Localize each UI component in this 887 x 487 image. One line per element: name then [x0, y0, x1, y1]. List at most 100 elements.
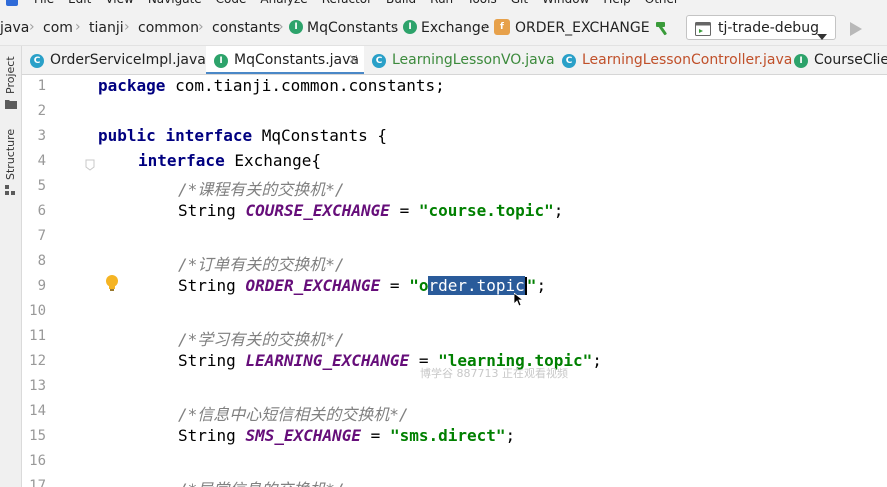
- line-number: 14: [29, 403, 46, 419]
- video-watermark: 博学谷 887713 正在观看视频: [420, 367, 568, 380]
- close-icon[interactable]: ×: [348, 52, 359, 67]
- breadcrumb-separator: ›: [198, 19, 204, 35]
- fold-icon[interactable]: [85, 156, 95, 175]
- line-number: 15: [29, 428, 46, 444]
- breadcrumb-common[interactable]: common: [138, 20, 199, 36]
- menu-item[interactable]: Tools: [467, 0, 497, 6]
- breadcrumb-separator: ›: [124, 19, 130, 35]
- line-number: 16: [29, 453, 46, 469]
- type-name: String: [178, 201, 246, 220]
- menu-item[interactable]: Edit: [68, 0, 91, 6]
- string-literal: "sms.direct": [389, 426, 506, 445]
- class-icon: C: [562, 54, 576, 68]
- intellij-logo-icon: [6, 0, 18, 6]
- tab-learninglessonvo[interactable]: C LearningLessonVO.java: [364, 46, 555, 74]
- tab-mqconstants[interactable]: I MqConstants.java ×: [206, 46, 364, 74]
- menu-item[interactable]: Window: [542, 0, 589, 6]
- type-name: String: [178, 426, 246, 445]
- tab-label: LearningLessonVO.java: [392, 52, 555, 68]
- breadcrumb-constants[interactable]: constants: [212, 20, 280, 36]
- operator: =: [389, 201, 419, 220]
- constant-name: COURSE_EXCHANGE: [245, 201, 390, 220]
- semicolon: ;: [505, 426, 516, 445]
- line-number: 2: [37, 103, 46, 119]
- menu-item[interactable]: Build: [386, 0, 416, 6]
- keyword: public: [98, 126, 156, 145]
- line-number: 5: [37, 178, 46, 194]
- code-line-15: String SMS_EXCHANGE = "sms.direct";: [178, 426, 515, 445]
- breadcrumb-exchange[interactable]: Exchange: [421, 20, 489, 36]
- breadcrumb-mqconstants[interactable]: MqConstants: [307, 20, 398, 36]
- semicolon: ;: [592, 351, 602, 370]
- tab-label: OrderServiceImpl.java: [50, 52, 206, 68]
- breadcrumb-com[interactable]: com: [43, 20, 73, 36]
- menu-item[interactable]: Help: [603, 0, 630, 6]
- line-number: 7: [37, 228, 46, 244]
- menu-item[interactable]: Analyze: [260, 0, 307, 6]
- tab-courseclient[interactable]: I CourseClient: [786, 46, 887, 74]
- type-name: String: [178, 276, 246, 295]
- run-configuration-selector[interactable]: tj-trade-debug: [686, 15, 836, 40]
- menu-item[interactable]: File: [34, 0, 54, 6]
- line-number: 12: [29, 353, 46, 369]
- menu-item[interactable]: Other: [645, 0, 679, 6]
- menu-item[interactable]: Git: [511, 0, 528, 6]
- line-number: 11: [29, 328, 46, 344]
- menu-item[interactable]: View: [105, 0, 133, 6]
- line-number: 6: [37, 203, 46, 219]
- string-literal: ": [526, 276, 537, 295]
- code-line-5: /*课程有关的交换机*/: [178, 180, 345, 199]
- line-number: 13: [29, 378, 46, 394]
- navigation-bar: java › com › tianji › common › constants…: [0, 8, 887, 46]
- lightbulb-icon[interactable]: [105, 274, 119, 296]
- constant-name: SMS_EXCHANGE: [245, 426, 362, 445]
- line-number: 9: [37, 278, 46, 294]
- structure-icon: [5, 185, 16, 199]
- code-editor[interactable]: 1 2 3 4 5 6 7 8 9 10 11 12 13 14 15 16 1…: [22, 75, 887, 487]
- operator: =: [380, 276, 410, 295]
- menu-item[interactable]: Run: [430, 0, 453, 6]
- mouse-cursor-icon: [513, 292, 525, 311]
- interface-icon: I: [403, 20, 417, 34]
- tab-label: LearningLessonController.java: [582, 52, 793, 68]
- breadcrumb-order-exchange[interactable]: ORDER_EXCHANGE: [515, 20, 650, 36]
- code-line-17: /*异常信息的交换机*/: [178, 476, 345, 487]
- class-icon: C: [30, 54, 44, 68]
- breadcrumb-tianji[interactable]: tianji: [89, 20, 124, 36]
- editor-tabs: C OrderServiceImpl.java I MqConstants.ja…: [22, 46, 887, 75]
- structure-tool-window-tab[interactable]: Structure: [0, 128, 22, 202]
- menu-item[interactable]: Refactor: [322, 0, 372, 6]
- play-icon[interactable]: [850, 21, 862, 40]
- interface-icon: I: [794, 54, 808, 68]
- breadcrumb-java[interactable]: java: [0, 20, 29, 36]
- menu-item[interactable]: Navigate: [148, 0, 202, 6]
- structure-tab-label: Structure: [4, 128, 17, 180]
- menu-items[interactable]: File Edit View Navigate Code Analyze Refactor B…: [34, 0, 693, 6]
- code-line-8: /*订单有关的交换机*/: [178, 255, 345, 274]
- chevron-down-icon: [817, 25, 827, 44]
- string-literal: "course.topic": [418, 201, 554, 220]
- field-icon: f: [494, 19, 510, 35]
- type-name: String: [178, 351, 246, 370]
- breadcrumb-separator: ›: [278, 19, 284, 35]
- hammer-icon[interactable]: [654, 19, 672, 41]
- menu-item[interactable]: Code: [216, 0, 247, 6]
- text-selection[interactable]: rder.topic: [428, 276, 525, 295]
- keyword: interface: [138, 151, 225, 170]
- keyword: package: [98, 76, 166, 95]
- line-number: 3: [37, 128, 46, 144]
- constant-name: ORDER_EXCHANGE: [245, 276, 381, 295]
- project-tool-window-tab[interactable]: Project: [0, 46, 22, 120]
- folder-icon: [5, 99, 17, 112]
- tool-window-strip: Project Structure: [0, 46, 22, 487]
- breadcrumb-separator: ›: [482, 19, 488, 35]
- code-text: MqConstants {: [252, 126, 387, 145]
- operator: =: [361, 426, 390, 445]
- tab-learninglessoncontroller[interactable]: C LearningLessonController.java: [554, 46, 792, 74]
- line-number-gutter: 1 2 3 4 5 6 7 8 9 10 11 12 13 14 15 16 1…: [22, 75, 78, 487]
- interface-icon: I: [289, 20, 303, 34]
- line-number: 1: [37, 78, 46, 94]
- breadcrumb-separator: ›: [75, 19, 81, 35]
- tab-orderserviceimpl[interactable]: C OrderServiceImpl.java: [22, 46, 206, 74]
- breadcrumb-separator: ›: [29, 19, 35, 35]
